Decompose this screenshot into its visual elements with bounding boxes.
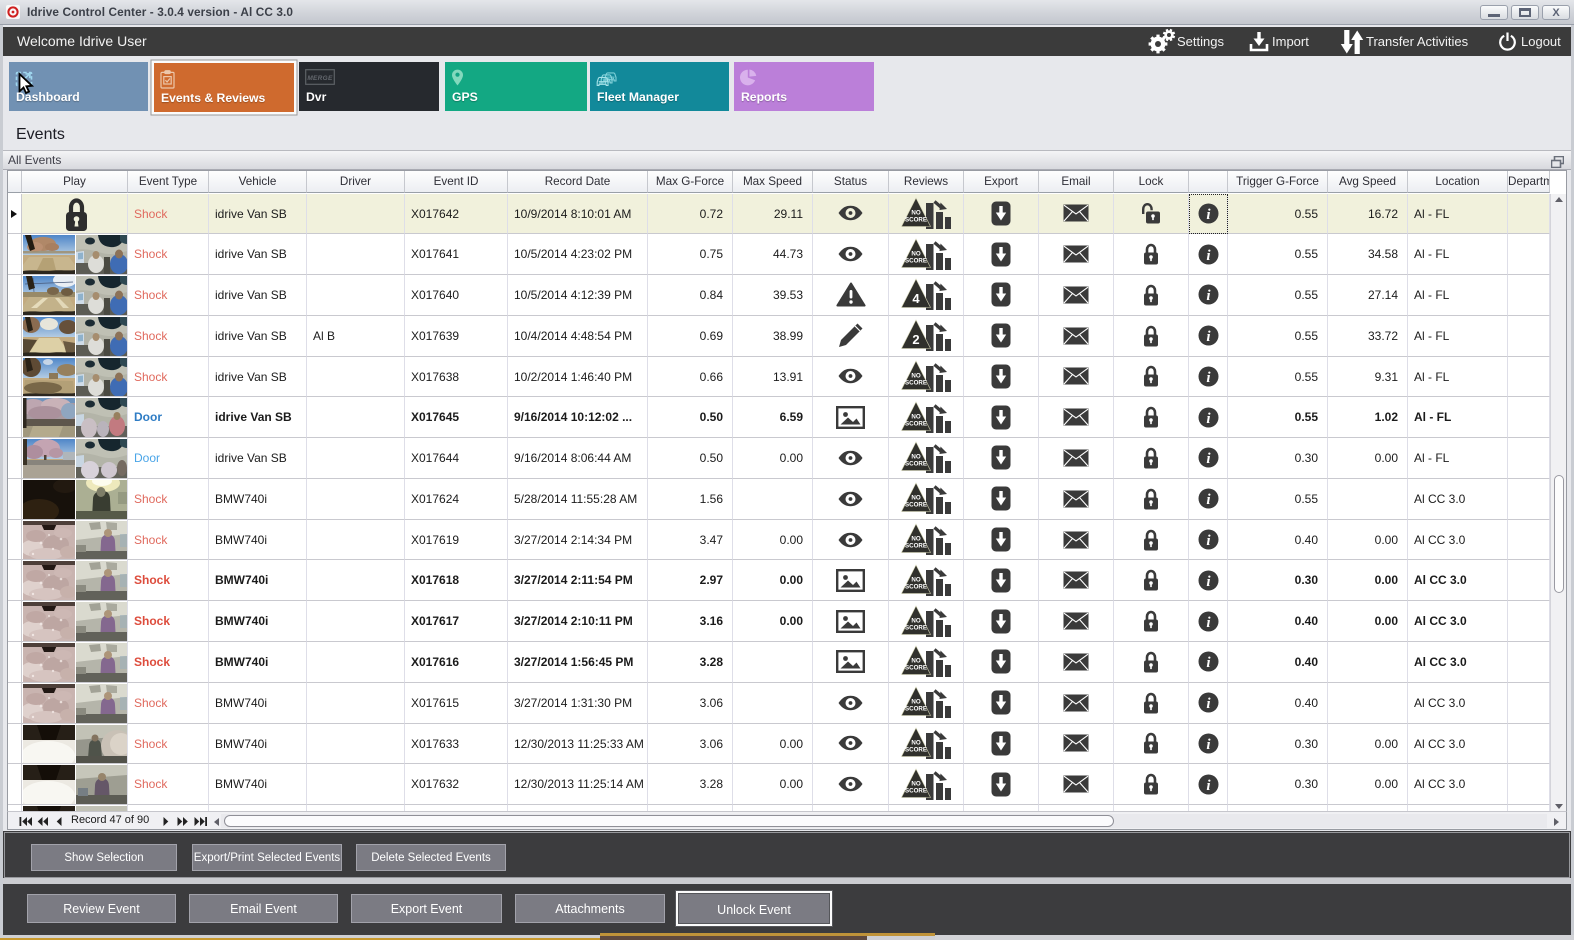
svg-text:NO: NO xyxy=(911,699,920,706)
svg-text:MERGE: MERGE xyxy=(307,75,333,82)
svg-text:SCORE: SCORE xyxy=(905,706,927,713)
svg-text:NO: NO xyxy=(911,739,920,746)
svg-text:SCORE: SCORE xyxy=(905,624,927,631)
svg-text:NO: NO xyxy=(911,209,920,216)
svg-text:NO: NO xyxy=(911,780,920,787)
svg-text:2: 2 xyxy=(912,332,919,347)
svg-text:4: 4 xyxy=(912,291,920,306)
svg-text:SCORE: SCORE xyxy=(905,746,927,753)
svg-text:NO: NO xyxy=(911,250,920,257)
svg-text:NO: NO xyxy=(911,372,920,379)
svg-text:SCORE: SCORE xyxy=(905,257,927,264)
svg-text:SCORE: SCORE xyxy=(905,216,927,223)
svg-text:SCORE: SCORE xyxy=(905,583,927,590)
svg-text:NO: NO xyxy=(911,495,920,502)
svg-text:SCORE: SCORE xyxy=(905,502,927,509)
svg-text:NO: NO xyxy=(911,413,920,420)
svg-text:NO: NO xyxy=(911,576,920,583)
svg-text:SCORE: SCORE xyxy=(905,787,927,794)
svg-text:NO: NO xyxy=(911,617,920,624)
svg-text:SCORE: SCORE xyxy=(905,665,927,672)
svg-text:SCORE: SCORE xyxy=(905,543,927,550)
svg-text:SCORE: SCORE xyxy=(905,420,927,427)
svg-text:SCORE: SCORE xyxy=(905,379,927,386)
svg-text:NO: NO xyxy=(911,536,920,543)
svg-text:NO: NO xyxy=(911,658,920,665)
svg-text:SCORE: SCORE xyxy=(905,461,927,468)
svg-text:NO: NO xyxy=(911,454,920,461)
